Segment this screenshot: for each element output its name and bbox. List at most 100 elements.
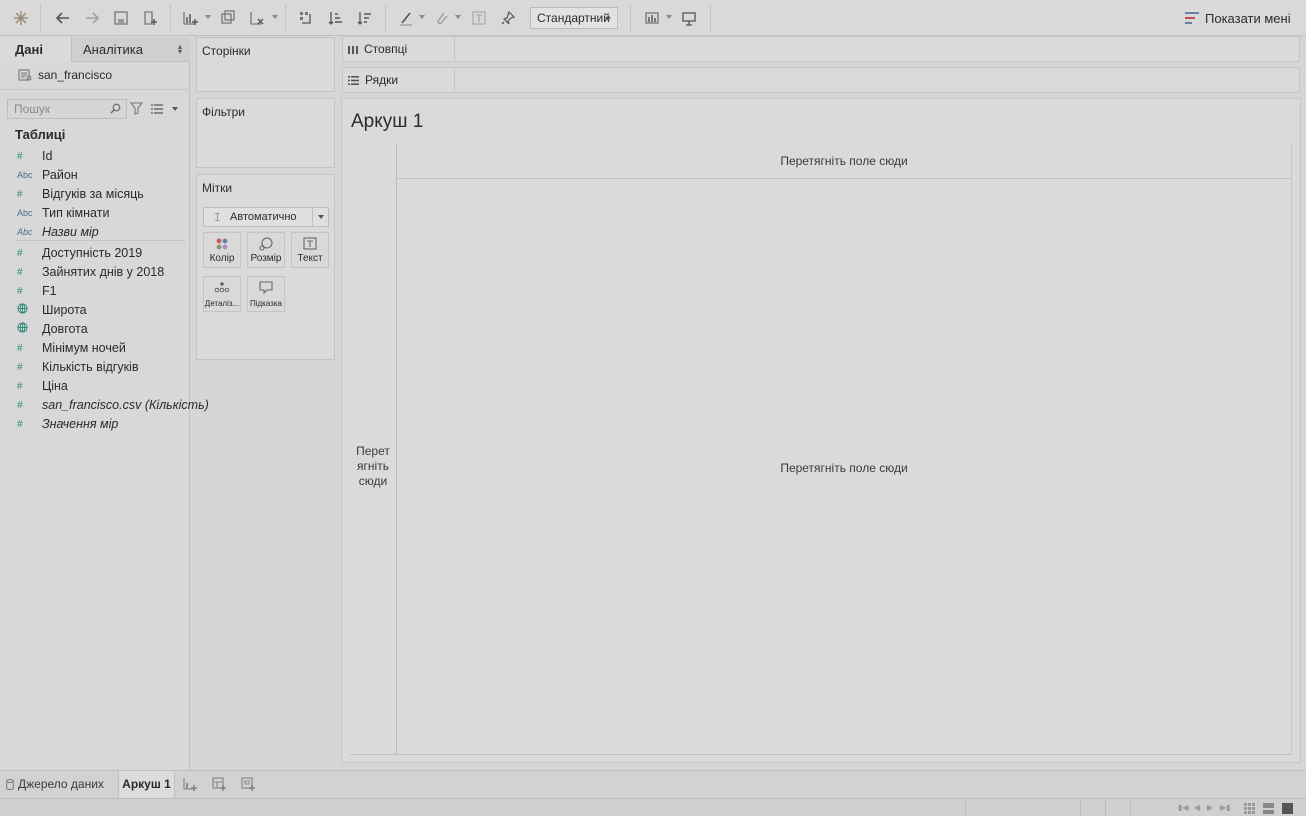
toolbar-separator [385, 4, 386, 32]
field-item[interactable]: Широта [17, 301, 87, 319]
new-story-icon[interactable] [240, 776, 258, 794]
sort-ascending-icon[interactable] [325, 7, 347, 29]
tooltip-label: Підказка [249, 299, 283, 308]
view-list-icon[interactable] [151, 103, 163, 117]
search-input[interactable] [7, 99, 127, 119]
tab-sheet1[interactable]: Аркуш 1 [118, 771, 175, 798]
fix-axes-pin-icon[interactable] [497, 7, 519, 29]
presentation-mode-icon[interactable] [678, 7, 700, 29]
new-datasource-icon[interactable] [139, 7, 161, 29]
sort-descending-icon[interactable] [354, 7, 376, 29]
drop-zone-rows[interactable]: Перет ягніть сюди [350, 444, 396, 489]
field-label: Відгуків за місяць [42, 187, 144, 201]
duplicate-sheet-icon[interactable] [217, 7, 239, 29]
field-item[interactable]: # Відгуків за місяць [17, 185, 144, 203]
marks-type-select[interactable]: 𝙸 Автоматично [203, 207, 329, 227]
worksheet-canvas: Аркуш 1 Перетягніть поле сюди Перетягніт… [341, 98, 1301, 763]
tab-analytics[interactable]: Аналітика ▴ ▾ [71, 37, 190, 62]
previous-sheet-icon[interactable]: ◀ [1194, 803, 1204, 813]
filters-card[interactable]: Фільтри [196, 98, 335, 168]
toolbar-separator [285, 4, 286, 32]
number-type-icon: # [17, 188, 23, 200]
data-pane: Дані Аналітика ▴▾ san_francisco Таблиці … [0, 37, 209, 770]
clear-sheet-icon[interactable] [246, 7, 268, 29]
chevron-down-icon[interactable] [172, 107, 178, 111]
datasource-item[interactable]: san_francisco [18, 67, 112, 83]
show-cards-dropdown[interactable] [666, 15, 672, 19]
field-item[interactable]: # F1 [17, 282, 57, 300]
filmstrip-view-icon[interactable] [1263, 803, 1274, 816]
fit-standard-select[interactable]: Стандартний [530, 7, 618, 29]
tab-data-source-label: Джерело даних [18, 777, 104, 791]
new-worksheet-icon[interactable] [179, 7, 201, 29]
chevron-down-icon [312, 208, 328, 226]
new-dashboard-icon[interactable] [211, 776, 229, 794]
text-button[interactable]: Текст [291, 232, 329, 268]
fit-standard-label: Стандартний [537, 11, 610, 25]
field-item[interactable]: # san_francisco.csv (Кількість) [17, 396, 209, 414]
field-item[interactable]: Abc Тип кімнати [17, 204, 109, 222]
first-sheet-icon[interactable]: ▮◀ [1178, 803, 1189, 813]
toolbar-separator [710, 4, 711, 32]
field-label: Значення мір [42, 417, 119, 431]
redo-icon[interactable] [81, 7, 103, 29]
toolbar-separator [630, 4, 631, 32]
globe-icon [17, 303, 42, 317]
single-view-icon[interactable] [1282, 803, 1293, 816]
field-item[interactable]: Abc Район [17, 166, 78, 184]
show-me-button[interactable]: Показати мені [1185, 8, 1291, 28]
tableau-logo-icon[interactable] [10, 7, 32, 29]
field-label: Район [42, 168, 78, 182]
tab-data-source[interactable]: Джерело даних [6, 777, 104, 791]
field-item[interactable]: # Зайнятих днів у 2018 [17, 263, 164, 281]
columns-label: Стовпці [364, 42, 408, 56]
sheet-tab-bar: Джерело даних Аркуш 1 [0, 770, 1306, 798]
show-me-label: Показати мені [1205, 10, 1291, 26]
divider [0, 89, 190, 90]
field-item[interactable]: # Доступність 2019 [17, 244, 142, 262]
swap-rows-columns-icon[interactable] [295, 7, 317, 29]
marks-card: Мітки 𝙸 Автоматично Колір Розмір Текст Д… [196, 174, 335, 360]
filter-icon[interactable] [129, 102, 144, 118]
show-mark-labels-icon[interactable] [468, 7, 490, 29]
last-sheet-icon[interactable]: ▶▮ [1220, 803, 1231, 813]
save-icon[interactable] [110, 7, 132, 29]
drop-zone-columns[interactable]: Перетягніть поле сюди [397, 154, 1291, 168]
number-type-icon: # [17, 399, 23, 411]
highlight-icon[interactable] [395, 7, 417, 29]
datasource-icon [18, 69, 32, 81]
new-worksheet-icon[interactable] [182, 776, 200, 794]
sheet-title[interactable]: Аркуш 1 [351, 111, 423, 133]
clear-sheet-dropdown[interactable] [272, 15, 278, 19]
color-button[interactable]: Колір [203, 232, 241, 268]
drop-zone-main[interactable]: Перетягніть поле сюди [397, 461, 1291, 475]
pages-card[interactable]: Сторінки [196, 37, 335, 92]
search-icon[interactable] [110, 103, 121, 117]
next-sheet-icon[interactable]: ▶ [1207, 803, 1217, 813]
group-members-dropdown[interactable] [455, 15, 461, 19]
new-worksheet-dropdown[interactable] [205, 15, 211, 19]
datasource-label: san_francisco [38, 68, 113, 82]
columns-shelf[interactable]: Стовпці [342, 36, 1300, 62]
field-item[interactable]: # Значення мір [17, 415, 118, 433]
undo-icon[interactable] [52, 7, 74, 29]
field-label: Кількість відгуків [42, 360, 139, 374]
field-item[interactable]: # Мінімум ночей [17, 339, 126, 357]
group-members-icon[interactable] [430, 7, 452, 29]
highlight-dropdown[interactable] [419, 15, 425, 19]
grid-view-icon[interactable] [1244, 803, 1255, 816]
detail-button[interactable]: Деталіз... [203, 276, 241, 312]
field-item[interactable]: # Кількість відгуків [17, 358, 138, 376]
columns-icon [348, 46, 358, 54]
field-item[interactable]: Abc Назви мір [17, 223, 99, 241]
size-button[interactable]: Розмір [247, 232, 285, 268]
field-item[interactable]: # Id [17, 147, 52, 165]
field-item[interactable]: # Ціна [17, 377, 68, 395]
text-label-icon [292, 237, 328, 250]
divider [965, 799, 966, 816]
field-item[interactable]: Довгота [17, 320, 88, 338]
tab-data[interactable]: Дані [0, 37, 71, 62]
rows-shelf[interactable]: Рядки [342, 67, 1300, 93]
show-cards-icon[interactable] [641, 7, 663, 29]
tooltip-button[interactable]: Підказка [247, 276, 285, 312]
